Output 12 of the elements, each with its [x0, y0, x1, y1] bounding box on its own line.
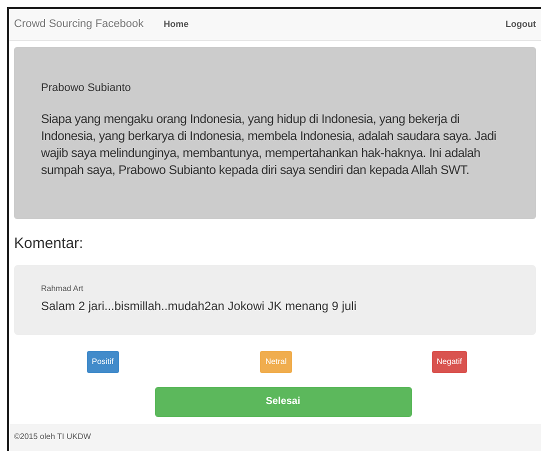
- nav-link[interactable]: Home: [164, 18, 189, 32]
- comments-heading: Komentar:: [14, 234, 84, 254]
- done-button[interactable]: Selesai: [154, 386, 412, 416]
- comment-text: Salam 2 jari...bismillah..mudah2an Jokowi JK menang 9 juli: [41, 298, 358, 314]
- brand-title[interactable]: Crowd Sourcing Facebook: [14, 16, 144, 33]
- sentiment-button[interactable]: Negatif: [432, 350, 467, 372]
- logout-link[interactable]: Logout: [506, 18, 536, 32]
- footer-text: ©2015 oleh TI UKDW: [14, 432, 91, 440]
- sentiment-button[interactable]: Positif: [86, 350, 119, 372]
- post-author: Prabowo Subianto: [41, 81, 132, 96]
- post-text: Siapa yang mengaku orang Indonesia, yang hidup di Indonesia, yang bekerja di Indonesia, yang berkarya di Indonesia, membela Indonesia, adalah saudara saya. Jadi wajib saya melindunginya, membantunya, mempertahankan hak-haknya. Ini adalah sumpah saya, Prabowo Subianto kepada diri saya sendiri dan kepada Allah SWT.: [41, 110, 498, 178]
- comment-author: Rahmad Art: [41, 282, 84, 294]
